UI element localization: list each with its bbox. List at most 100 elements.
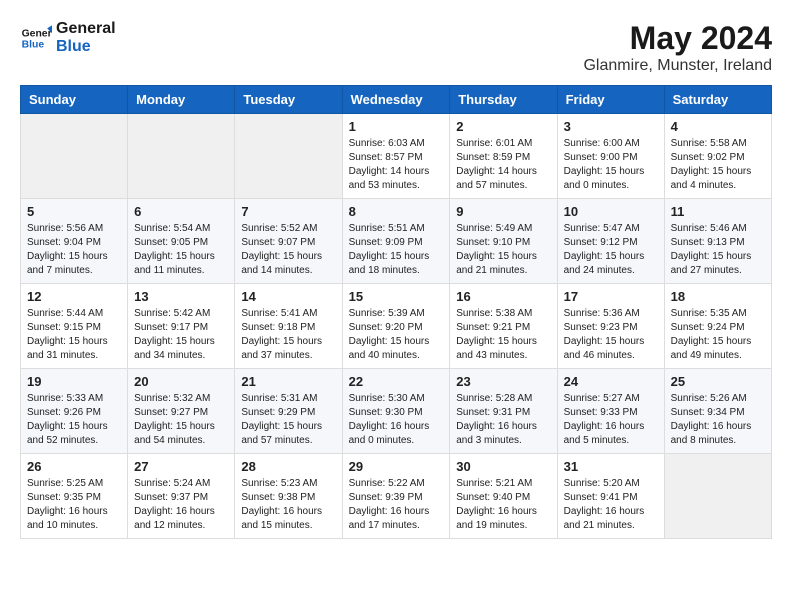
day-number: 8 [349, 204, 444, 219]
day-number: 6 [134, 204, 228, 219]
day-detail: Sunrise: 5:35 AM Sunset: 9:24 PM Dayligh… [671, 307, 765, 363]
month-title: May 2024 [583, 20, 772, 57]
weekday-header: Wednesday [342, 86, 450, 114]
calendar-cell: 10 Sunrise: 5:47 AM Sunset: 9:12 PM Dayli… [557, 199, 664, 284]
day-number: 4 [671, 119, 765, 134]
day-number: 16 [456, 289, 550, 304]
weekday-header: Friday [557, 86, 664, 114]
calendar-cell: 1 Sunrise: 6:03 AM Sunset: 8:57 PM Daylig… [342, 114, 450, 199]
day-detail: Sunrise: 5:41 AM Sunset: 9:18 PM Dayligh… [241, 307, 335, 363]
day-detail: Sunrise: 5:21 AM Sunset: 9:40 PM Dayligh… [456, 477, 550, 533]
day-number: 7 [241, 204, 335, 219]
day-number: 30 [456, 459, 550, 474]
calendar-cell: 25Sunrise: 5:26 AM Sunset: 9:34 PM Dayli… [664, 369, 771, 454]
day-detail: Sunrise: 6:00 AM Sunset: 9:00 PM Dayligh… [564, 137, 658, 193]
day-detail: Sunrise: 5:33 AM Sunset: 9:26 PM Dayligh… [27, 392, 121, 448]
day-detail: Sunrise: 5:47 AM Sunset: 9:12 PM Dayligh… [564, 222, 658, 278]
day-number: 5 [27, 204, 121, 219]
calendar-week-row: 26Sunrise: 5:25 AM Sunset: 9:35 PM Dayli… [21, 454, 772, 539]
day-number: 24 [564, 374, 658, 389]
weekday-header: Monday [128, 86, 235, 114]
logo-blue: Blue [56, 38, 116, 56]
day-number: 15 [349, 289, 444, 304]
day-detail: Sunrise: 5:22 AM Sunset: 9:39 PM Dayligh… [349, 477, 444, 533]
day-number: 17 [564, 289, 658, 304]
location: Glanmire, Munster, Ireland [583, 57, 772, 75]
day-detail: Sunrise: 5:20 AM Sunset: 9:41 PM Dayligh… [564, 477, 658, 533]
day-number: 11 [671, 204, 765, 219]
logo: General Blue General Blue [20, 20, 116, 55]
day-number: 1 [349, 119, 444, 134]
day-number: 28 [241, 459, 335, 474]
day-detail: Sunrise: 5:36 AM Sunset: 9:23 PM Dayligh… [564, 307, 658, 363]
day-detail: Sunrise: 5:23 AM Sunset: 9:38 PM Dayligh… [241, 477, 335, 533]
day-number: 29 [349, 459, 444, 474]
calendar-week-row: 12 Sunrise: 5:44 AM Sunset: 9:15 PM Dayli… [21, 284, 772, 369]
day-detail: Sunrise: 5:28 AM Sunset: 9:31 PM Dayligh… [456, 392, 550, 448]
calendar-cell: 26Sunrise: 5:25 AM Sunset: 9:35 PM Dayli… [21, 454, 128, 539]
calendar-cell: 23 Sunrise: 5:28 AM Sunset: 9:31 PM Dayli… [450, 369, 557, 454]
day-detail: Sunrise: 5:51 AM Sunset: 9:09 PM Dayligh… [349, 222, 444, 278]
calendar-cell: 28 Sunrise: 5:23 AM Sunset: 9:38 PM Dayli… [235, 454, 342, 539]
calendar-cell: 30 Sunrise: 5:21 AM Sunset: 9:40 PM Dayli… [450, 454, 557, 539]
day-detail: Sunrise: 5:42 AM Sunset: 9:17 PM Dayligh… [134, 307, 228, 363]
calendar-week-row: 19 Sunrise: 5:33 AM Sunset: 9:26 PM Dayli… [21, 369, 772, 454]
day-detail: Sunrise: 5:54 AM Sunset: 9:05 PM Dayligh… [134, 222, 228, 278]
day-detail: Sunrise: 5:31 AM Sunset: 9:29 PM Dayligh… [241, 392, 335, 448]
calendar-cell: 21 Sunrise: 5:31 AM Sunset: 9:29 PM Dayli… [235, 369, 342, 454]
day-detail: Sunrise: 6:03 AM Sunset: 8:57 PM Dayligh… [349, 137, 444, 193]
day-number: 23 [456, 374, 550, 389]
calendar-cell: 12 Sunrise: 5:44 AM Sunset: 9:15 PM Dayli… [21, 284, 128, 369]
calendar-cell: 15 Sunrise: 5:39 AM Sunset: 9:20 PM Dayli… [342, 284, 450, 369]
day-number: 25 [671, 374, 765, 389]
weekday-header: Tuesday [235, 86, 342, 114]
day-number: 18 [671, 289, 765, 304]
calendar-cell: 4 Sunrise: 5:58 AM Sunset: 9:02 PM Daylig… [664, 114, 771, 199]
logo-general: General [56, 20, 116, 38]
day-number: 22 [349, 374, 444, 389]
day-number: 12 [27, 289, 121, 304]
day-detail: Sunrise: 5:39 AM Sunset: 9:20 PM Dayligh… [349, 307, 444, 363]
calendar-cell: 24 Sunrise: 5:27 AM Sunset: 9:33 PM Dayli… [557, 369, 664, 454]
calendar-cell: 20Sunrise: 5:32 AM Sunset: 9:27 PM Dayli… [128, 369, 235, 454]
day-detail: Sunrise: 5:52 AM Sunset: 9:07 PM Dayligh… [241, 222, 335, 278]
calendar-week-row: 5 Sunrise: 5:56 AM Sunset: 9:04 PM Daylig… [21, 199, 772, 284]
calendar-cell: 5 Sunrise: 5:56 AM Sunset: 9:04 PM Daylig… [21, 199, 128, 284]
day-detail: Sunrise: 5:56 AM Sunset: 9:04 PM Dayligh… [27, 222, 121, 278]
page-header: General Blue General Blue May 2024 Glanm… [20, 20, 772, 75]
calendar-cell: 9Sunrise: 5:49 AM Sunset: 9:10 PM Daylig… [450, 199, 557, 284]
day-detail: Sunrise: 5:30 AM Sunset: 9:30 PM Dayligh… [349, 392, 444, 448]
calendar-week-row: 1 Sunrise: 6:03 AM Sunset: 8:57 PM Daylig… [21, 114, 772, 199]
calendar-cell: 18 Sunrise: 5:35 AM Sunset: 9:24 PM Dayli… [664, 284, 771, 369]
day-detail: Sunrise: 5:32 AM Sunset: 9:27 PM Dayligh… [134, 392, 228, 448]
calendar-cell: 16Sunrise: 5:38 AM Sunset: 9:21 PM Dayli… [450, 284, 557, 369]
svg-text:Blue: Blue [22, 39, 45, 50]
calendar-cell: 8 Sunrise: 5:51 AM Sunset: 9:09 PM Daylig… [342, 199, 450, 284]
calendar-cell: 29 Sunrise: 5:22 AM Sunset: 9:39 PM Dayli… [342, 454, 450, 539]
day-number: 10 [564, 204, 658, 219]
day-number: 9 [456, 204, 550, 219]
day-detail: Sunrise: 5:46 AM Sunset: 9:13 PM Dayligh… [671, 222, 765, 278]
calendar-cell: 14Sunrise: 5:41 AM Sunset: 9:18 PM Dayli… [235, 284, 342, 369]
calendar-cell: 11 Sunrise: 5:46 AM Sunset: 9:13 PM Dayli… [664, 199, 771, 284]
day-number: 21 [241, 374, 335, 389]
day-number: 2 [456, 119, 550, 134]
day-detail: Sunrise: 5:58 AM Sunset: 9:02 PM Dayligh… [671, 137, 765, 193]
day-number: 13 [134, 289, 228, 304]
day-detail: Sunrise: 6:01 AM Sunset: 8:59 PM Dayligh… [456, 137, 550, 193]
calendar-cell: 13 Sunrise: 5:42 AM Sunset: 9:17 PM Dayli… [128, 284, 235, 369]
day-number: 31 [564, 459, 658, 474]
calendar-cell: 2 Sunrise: 6:01 AM Sunset: 8:59 PM Daylig… [450, 114, 557, 199]
calendar-cell [128, 114, 235, 199]
calendar-cell [235, 114, 342, 199]
day-detail: Sunrise: 5:27 AM Sunset: 9:33 PM Dayligh… [564, 392, 658, 448]
title-block: May 2024 Glanmire, Munster, Ireland [583, 20, 772, 75]
day-number: 26 [27, 459, 121, 474]
svg-text:General: General [22, 28, 52, 39]
calendar-cell: 6 Sunrise: 5:54 AM Sunset: 9:05 PM Daylig… [128, 199, 235, 284]
calendar-cell: 3Sunrise: 6:00 AM Sunset: 9:00 PM Daylig… [557, 114, 664, 199]
day-detail: Sunrise: 5:44 AM Sunset: 9:15 PM Dayligh… [27, 307, 121, 363]
day-number: 19 [27, 374, 121, 389]
calendar-cell [664, 454, 771, 539]
calendar-header-row: SundayMondayTuesdayWednesdayThursdayFrid… [21, 86, 772, 114]
